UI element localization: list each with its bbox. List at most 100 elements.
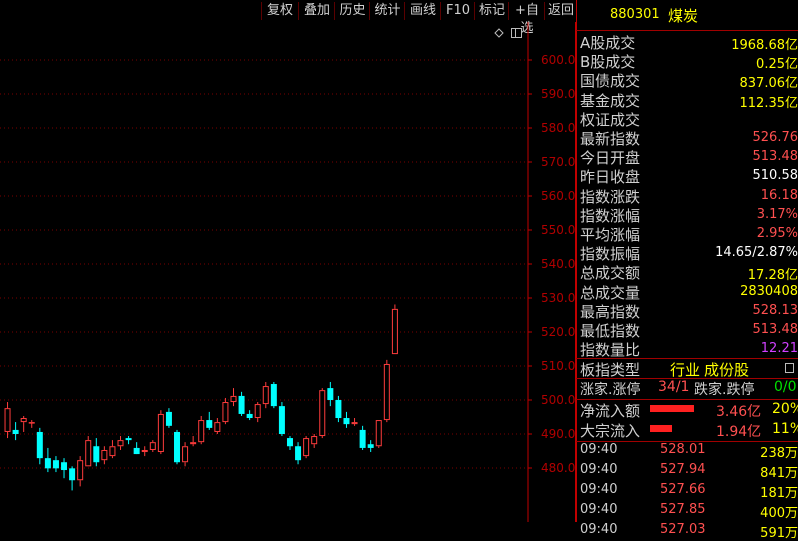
y-tick-label: 570.0 bbox=[541, 155, 575, 169]
candle[interactable] bbox=[4, 402, 11, 439]
board-type-label: 板指类型 bbox=[580, 361, 641, 380]
candle[interactable] bbox=[93, 438, 100, 467]
candle[interactable] bbox=[311, 434, 318, 448]
y-tick-label: 530.0 bbox=[541, 291, 575, 305]
candle[interactable] bbox=[367, 440, 374, 453]
y-tick-label: 590.0 bbox=[541, 87, 575, 101]
candle[interactable] bbox=[20, 415, 27, 432]
header-divider bbox=[576, 30, 798, 31]
chart-toolbar: 复权 叠加 历史 统计 画线 F10 标记 +自选 返回 bbox=[0, 0, 577, 36]
toolbar-button-7[interactable]: +自选 bbox=[508, 2, 545, 36]
candle[interactable] bbox=[278, 402, 285, 437]
stat-value: 112.35亿 bbox=[739, 95, 798, 111]
candle[interactable] bbox=[190, 436, 197, 447]
stat-label: B股成交 bbox=[580, 53, 636, 72]
flow-bar bbox=[650, 405, 694, 413]
stat-value: 513.48 bbox=[752, 322, 798, 337]
toolbar-button-1[interactable]: 叠加 bbox=[298, 2, 335, 20]
stat-label: 最高指数 bbox=[580, 302, 641, 321]
tick-volume: 400万 bbox=[760, 506, 798, 522]
stat-value: 528.13 bbox=[752, 302, 798, 318]
candle[interactable] bbox=[133, 442, 140, 455]
stat-label: 指数量比 bbox=[580, 341, 641, 360]
stat-label: 总成交额 bbox=[580, 264, 641, 283]
candle[interactable] bbox=[303, 436, 310, 459]
candle[interactable] bbox=[383, 359, 390, 423]
candle[interactable] bbox=[157, 410, 164, 455]
tick-price: 527.66 bbox=[660, 482, 706, 498]
toolbar-button-0[interactable]: 复权 bbox=[261, 2, 298, 20]
toolbar-button-6[interactable]: 标记 bbox=[474, 2, 509, 20]
candle[interactable] bbox=[327, 381, 334, 407]
candle[interactable] bbox=[165, 408, 172, 428]
candle[interactable] bbox=[125, 436, 132, 445]
candle[interactable] bbox=[375, 420, 382, 448]
candle[interactable] bbox=[77, 456, 84, 487]
stat-label: 最低指数 bbox=[580, 322, 641, 340]
candle[interactable] bbox=[141, 446, 148, 457]
candle[interactable] bbox=[343, 411, 350, 428]
candle[interactable] bbox=[28, 420, 35, 428]
stat-value: 526.76 bbox=[752, 130, 798, 145]
candle[interactable] bbox=[214, 418, 221, 434]
candle[interactable] bbox=[36, 427, 43, 465]
index-info-panel: 880301 煤炭 A股成交 1968.68亿 B股成交 0.25亿 国债成交 837.06亿… bbox=[576, 0, 798, 541]
candle[interactable] bbox=[182, 442, 189, 467]
y-tick-label: 550.0 bbox=[541, 223, 575, 237]
expand-icon[interactable] bbox=[785, 363, 794, 374]
kline-chart[interactable]: 600.0 590.0 580.0 570.0 560.0 550.0 540.0 530.0… bbox=[0, 22, 576, 522]
candle[interactable] bbox=[319, 388, 326, 439]
components-link: 成份股 bbox=[704, 361, 750, 380]
tick-volume: 181万 bbox=[760, 486, 798, 502]
stat-label: 最新指数 bbox=[580, 130, 641, 148]
candle[interactable] bbox=[85, 436, 92, 467]
tick-volume: 841万 bbox=[760, 466, 798, 482]
tick-volume: 591万 bbox=[760, 526, 798, 541]
candle[interactable] bbox=[101, 446, 108, 465]
stat-label: 指数涨幅 bbox=[580, 206, 641, 225]
candle[interactable] bbox=[222, 397, 229, 425]
candle[interactable] bbox=[109, 440, 116, 459]
tick-time: 09:40 bbox=[580, 442, 618, 458]
tick-time: 09:40 bbox=[580, 482, 618, 498]
candle[interactable] bbox=[262, 381, 269, 409]
candle[interactable] bbox=[44, 447, 51, 473]
candle[interactable] bbox=[238, 391, 245, 416]
candle[interactable] bbox=[391, 304, 398, 355]
y-tick-label: 540.0 bbox=[541, 257, 575, 271]
tick-price: 527.85 bbox=[660, 502, 706, 518]
stat-label: 指数涨跌 bbox=[580, 187, 641, 206]
candle[interactable] bbox=[286, 436, 293, 450]
candle[interactable] bbox=[230, 388, 237, 407]
candle[interactable] bbox=[12, 422, 19, 441]
candle[interactable] bbox=[246, 410, 253, 421]
tick-price: 527.94 bbox=[660, 462, 706, 478]
candle[interactable] bbox=[206, 411, 213, 430]
stat-value: 16.18 bbox=[760, 187, 798, 203]
flow-pct: 20% bbox=[772, 401, 798, 418]
toolbar-button-4[interactable]: 画线 bbox=[404, 2, 441, 20]
candle[interactable] bbox=[359, 425, 366, 450]
candle[interactable] bbox=[295, 442, 302, 465]
candle[interactable] bbox=[117, 436, 124, 450]
candle[interactable] bbox=[254, 402, 261, 423]
candle[interactable] bbox=[52, 456, 59, 473]
y-tick-label: 520.0 bbox=[541, 325, 575, 339]
candle[interactable] bbox=[270, 381, 277, 409]
window-icon[interactable] bbox=[511, 28, 522, 38]
toolbar-button-8[interactable]: 返回 bbox=[544, 2, 577, 20]
stat-label: A股成交 bbox=[580, 34, 636, 52]
toolbar-button-2[interactable]: 历史 bbox=[334, 2, 370, 20]
candle[interactable] bbox=[149, 440, 156, 453]
toolbar-button-5[interactable]: F10 bbox=[440, 2, 475, 20]
y-tick-label: 500.0 bbox=[541, 393, 575, 407]
tick-price: 528.01 bbox=[660, 442, 706, 458]
diamond-icon[interactable] bbox=[494, 28, 504, 38]
toolbar-button-3[interactable]: 统计 bbox=[369, 2, 405, 20]
candle[interactable] bbox=[351, 418, 358, 426]
candle[interactable] bbox=[174, 429, 181, 465]
candle[interactable] bbox=[61, 458, 68, 479]
candle[interactable] bbox=[198, 415, 205, 445]
flow-bar bbox=[650, 425, 672, 433]
candle[interactable] bbox=[69, 466, 76, 491]
